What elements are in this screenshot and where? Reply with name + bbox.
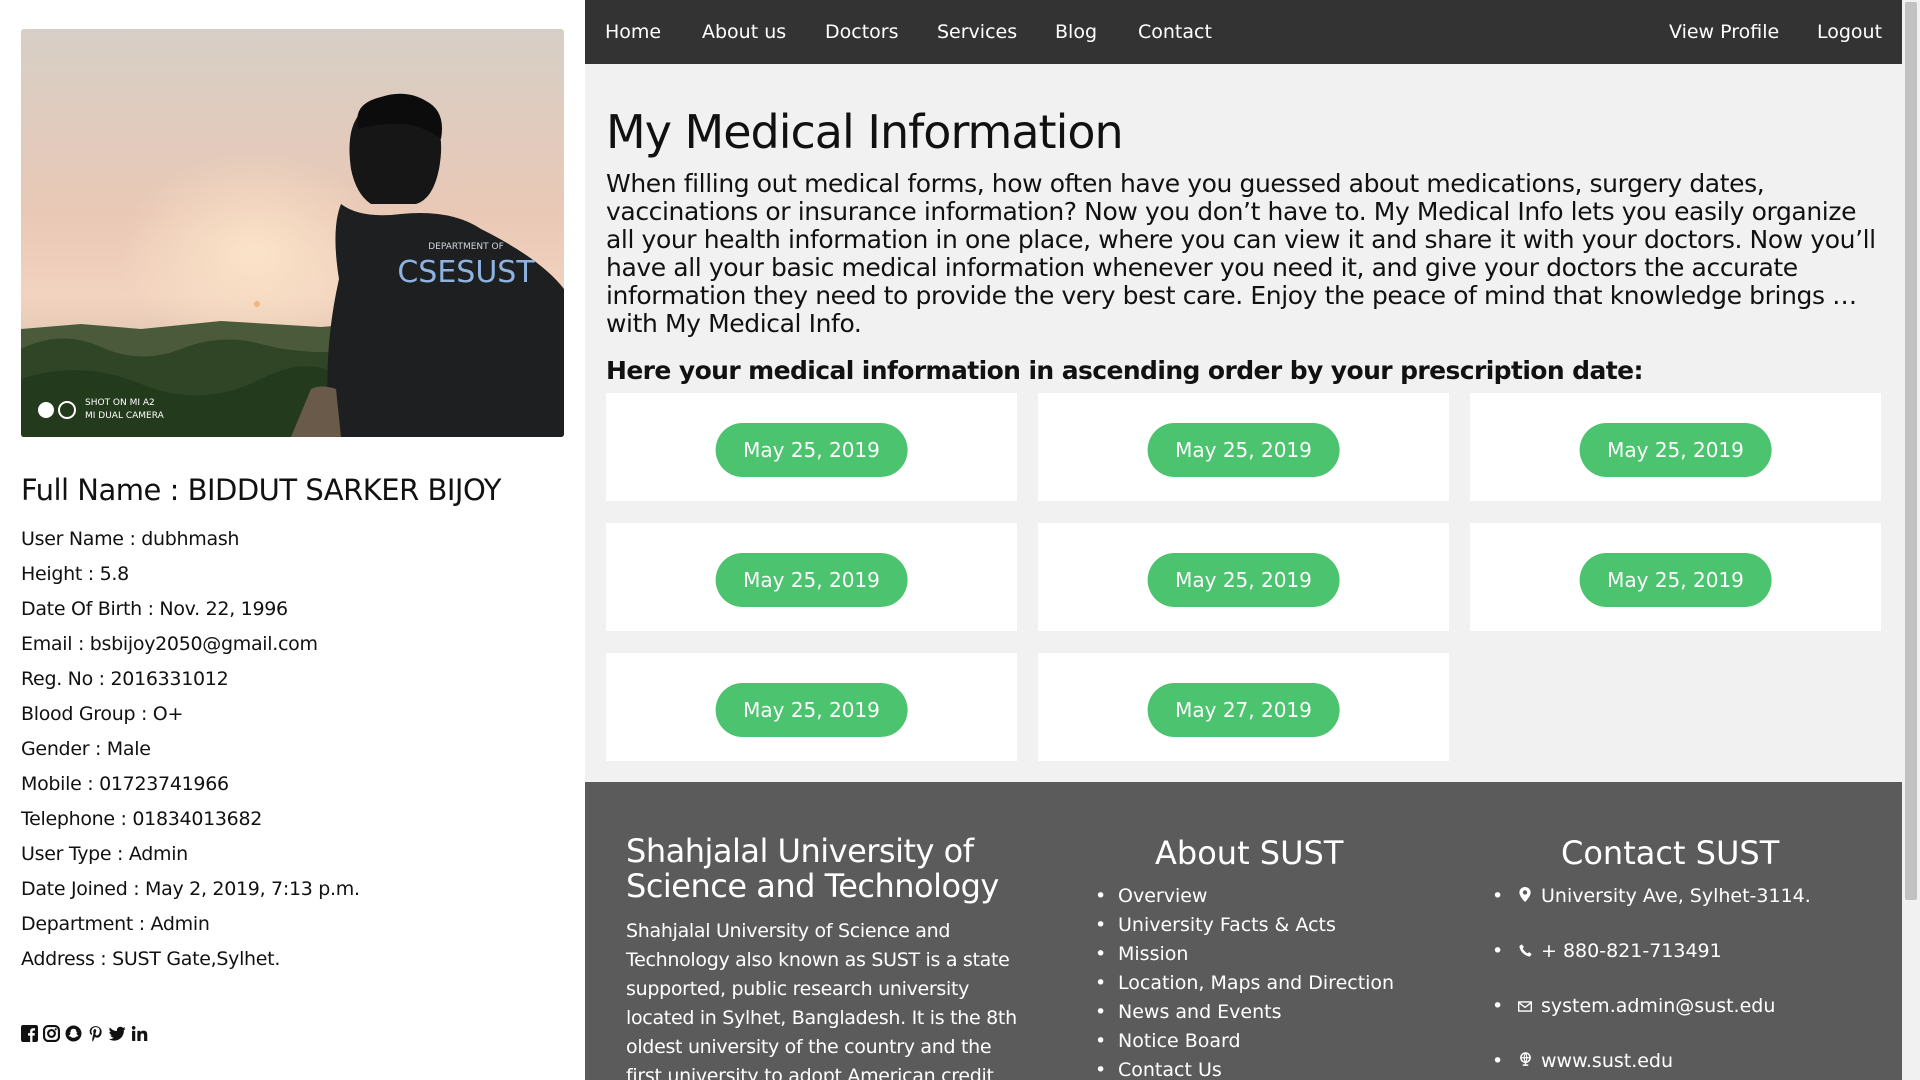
footer-link-notice-board[interactable]: Notice Board	[1095, 1027, 1394, 1056]
footer-contact-website-text: www.sust.edu	[1541, 1050, 1674, 1072]
prescriptions-subheading: Here your medical information in ascendi…	[606, 356, 1643, 385]
footer-link-facts[interactable]: University Facts & Acts	[1095, 911, 1394, 940]
prescription-date-button[interactable]: May 25, 2019	[715, 423, 908, 477]
profile-user-type: User Type : Admin	[21, 843, 188, 865]
nav-home[interactable]: Home	[605, 0, 661, 64]
profile-username: User Name : dubhmash	[21, 528, 240, 550]
photo-shirt-text-top: DEPARTMENT OF	[428, 242, 504, 252]
location-pin-icon	[1515, 883, 1535, 912]
footer-contact-list: University Ave, Sylhet-3114. + 880-821-7…	[1492, 882, 1811, 1080]
nav-doctors[interactable]: Doctors	[825, 0, 899, 64]
prescription-date-button[interactable]: May 25, 2019	[1579, 423, 1772, 477]
profile-full-name: Full Name : BIDDUT SARKER BIJOY	[21, 473, 501, 507]
content-area: My Medical Information When filling out …	[606, 100, 1881, 385]
prescription-date-button[interactable]: May 25, 2019	[1147, 553, 1340, 607]
prescription-card: May 25, 2019	[606, 523, 1017, 631]
profile-telephone: Telephone : 01834013682	[21, 808, 263, 830]
profile-mobile: Mobile : 01723741966	[21, 773, 229, 795]
footer-about-text: Shahjalal University of Science and Tech…	[626, 920, 1017, 1080]
profile-fields: User Name : dubhmash Height : 5.8 Date O…	[21, 522, 360, 977]
prescription-card: May 25, 2019	[1470, 393, 1881, 501]
nav-contact[interactable]: Contact	[1138, 0, 1212, 64]
profile-department: Department : Admin	[21, 913, 210, 935]
prescription-card: May 25, 2019	[1038, 393, 1449, 501]
footer-contact-address: University Ave, Sylhet-3114.	[1492, 882, 1811, 937]
social-links	[20, 1024, 148, 1042]
footer-links-title: About SUST	[1155, 834, 1344, 872]
profile-gender: Gender : Male	[21, 738, 151, 760]
footer-link-overview[interactable]: Overview	[1095, 882, 1394, 911]
photo-watermark-line2: MI DUAL CAMERA	[85, 411, 165, 421]
main-panel: Home About us Doctors Services Blog Cont…	[585, 0, 1902, 1080]
prescription-card: May 25, 2019	[1038, 523, 1449, 631]
prescription-date-button[interactable]: May 25, 2019	[715, 683, 908, 737]
intro-paragraph: When filling out medical forms, how ofte…	[606, 169, 1876, 338]
profile-blood-group: Blood Group : O+	[21, 703, 184, 725]
phone-icon	[1515, 938, 1535, 967]
scrollbar-thumb[interactable]	[1905, 2, 1917, 900]
linkedin-icon[interactable]	[130, 1024, 148, 1042]
page-scrollbar[interactable]	[1902, 0, 1920, 1080]
prescription-card: May 27, 2019	[1038, 653, 1449, 761]
profile-address: Address : SUST Gate,Sylhet.	[21, 948, 281, 970]
snapchat-icon[interactable]	[64, 1024, 82, 1042]
footer-contact-email-text: system.admin@sust.edu	[1541, 995, 1776, 1017]
footer-contact-phone-text: + 880-821-713491	[1541, 940, 1722, 962]
profile-date-joined: Date Joined : May 2, 2019, 7:13 p.m.	[21, 878, 360, 900]
profile-sidebar: DEPARTMENT OF CSESUST SHOT ON MI A2 MI D…	[0, 0, 585, 1080]
footer-contact-email: system.admin@sust.edu	[1492, 992, 1811, 1047]
footer-about-title: Shahjalal University of Science and Tech…	[626, 832, 999, 905]
profile-email: Email : bsbijoy2050@gmail.com	[21, 633, 318, 655]
footer: Shahjalal University of Science and Tech…	[585, 782, 1902, 1080]
nav-about-us[interactable]: About us	[702, 0, 786, 64]
nav-blog[interactable]: Blog	[1055, 0, 1097, 64]
footer-contact-website: www.sust.edu	[1492, 1047, 1811, 1080]
nav-logout[interactable]: Logout	[1817, 0, 1882, 64]
photo-watermark-line1: SHOT ON MI A2	[85, 398, 155, 408]
footer-link-mission[interactable]: Mission	[1095, 940, 1394, 969]
prescription-date-button[interactable]: May 27, 2019	[1147, 683, 1340, 737]
footer-link-contact-us[interactable]: Contact Us	[1095, 1056, 1394, 1080]
footer-links: Overview University Facts & Acts Mission…	[1095, 882, 1394, 1080]
footer-contact-address-text: University Ave, Sylhet-3114.	[1541, 885, 1811, 907]
page-title: My Medical Information	[606, 105, 1124, 159]
prescription-date-button[interactable]: May 25, 2019	[715, 553, 908, 607]
footer-link-location[interactable]: Location, Maps and Direction	[1095, 969, 1394, 998]
footer-link-news[interactable]: News and Events	[1095, 998, 1394, 1027]
instagram-icon[interactable]	[42, 1024, 60, 1042]
profile-photo: DEPARTMENT OF CSESUST SHOT ON MI A2 MI D…	[21, 29, 564, 437]
prescription-card: May 25, 2019	[1470, 523, 1881, 631]
facebook-icon[interactable]	[20, 1024, 38, 1042]
profile-height: Height : 5.8	[21, 563, 129, 585]
nav-view-profile[interactable]: View Profile	[1669, 0, 1779, 64]
prescription-card: May 25, 2019	[606, 653, 1017, 761]
footer-contact-title: Contact SUST	[1561, 834, 1780, 872]
profile-reg-no: Reg. No : 2016331012	[21, 668, 229, 690]
prescription-card: May 25, 2019	[606, 393, 1017, 501]
prescription-date-button[interactable]: May 25, 2019	[1147, 423, 1340, 477]
top-navigation: Home About us Doctors Services Blog Cont…	[585, 0, 1902, 64]
globe-icon	[1515, 1048, 1535, 1077]
pinterest-icon[interactable]	[86, 1024, 104, 1042]
envelope-icon	[1515, 993, 1535, 1022]
footer-contact-phone: + 880-821-713491	[1492, 937, 1811, 992]
nav-services[interactable]: Services	[937, 0, 1017, 64]
photo-shirt-text: CSESUST	[397, 255, 535, 290]
prescription-date-button[interactable]: May 25, 2019	[1579, 553, 1772, 607]
profile-dob: Date Of Birth : Nov. 22, 1996	[21, 598, 288, 620]
twitter-icon[interactable]	[108, 1024, 126, 1042]
